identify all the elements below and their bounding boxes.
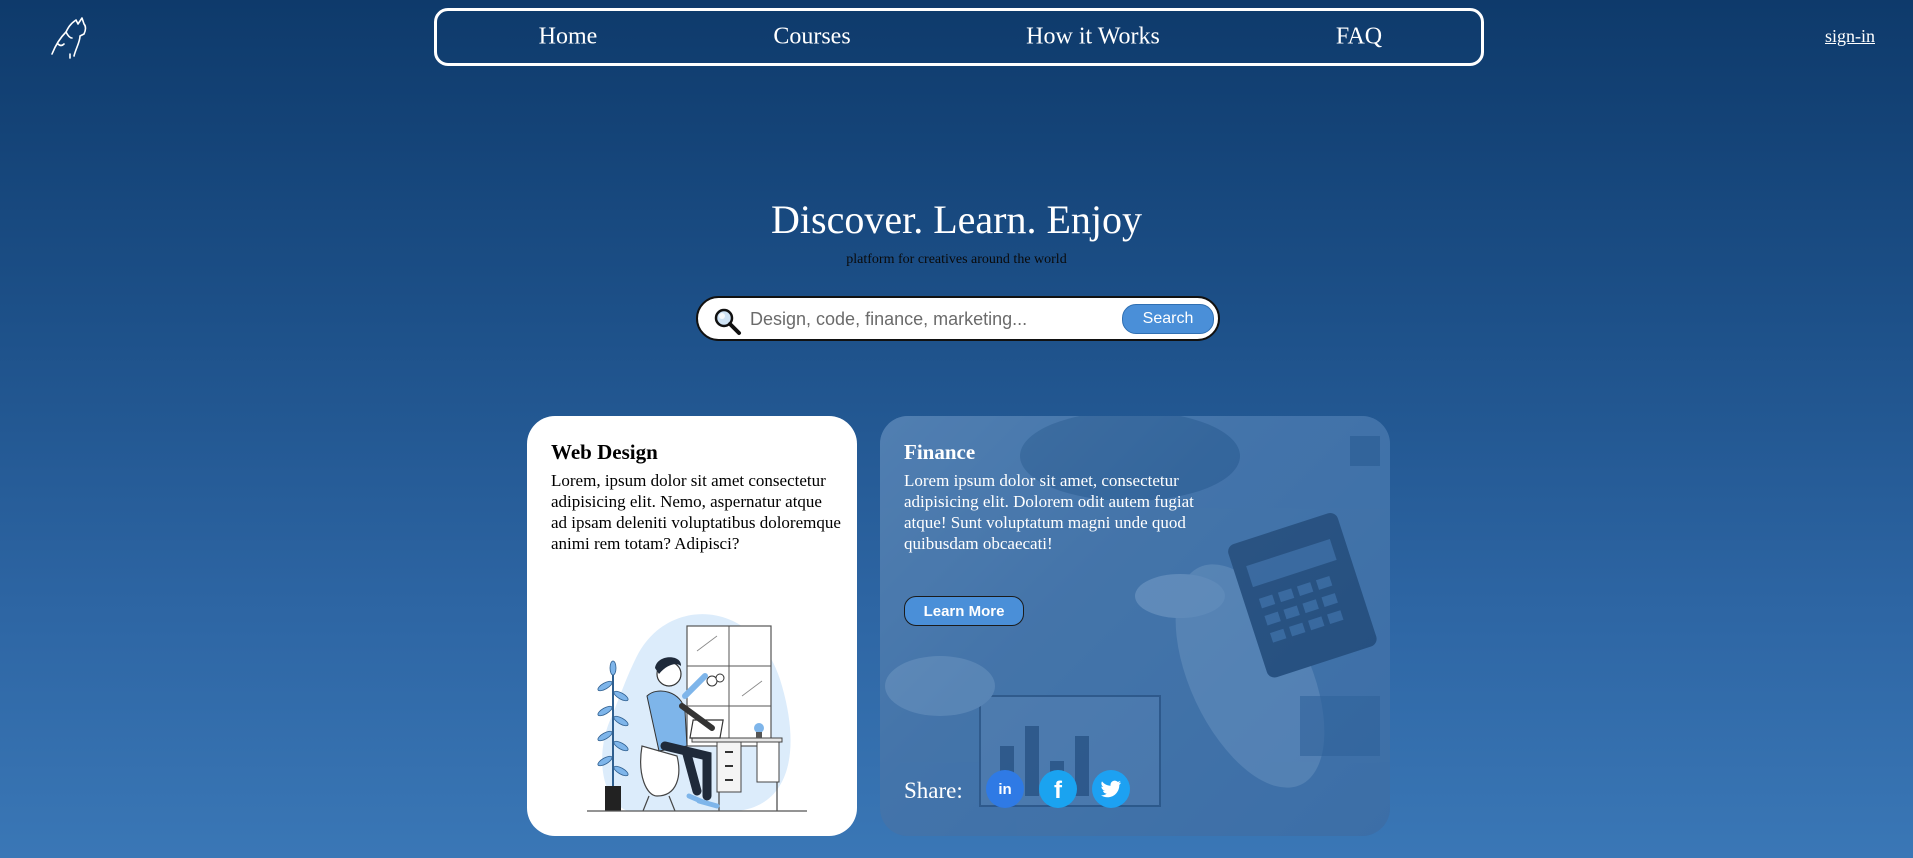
card-title: Finance: [904, 440, 976, 464]
sign-in-link[interactable]: sign-in: [1825, 26, 1875, 47]
twitter-icon[interactable]: [1092, 770, 1130, 808]
main-nav: Home Courses How it Works FAQ: [434, 8, 1484, 66]
search-input[interactable]: [750, 306, 1110, 332]
hero-title: Discover. Learn. Enjoy: [771, 197, 1142, 242]
person-at-desk-illustration: [587, 596, 807, 826]
nav-home[interactable]: Home: [539, 24, 598, 51]
web-design-card[interactable]: Web Design Lorem, ipsum dolor sit amet c…: [527, 416, 857, 836]
card-title: Web Design: [551, 440, 658, 464]
linkedin-icon[interactable]: in: [986, 770, 1024, 808]
svg-text:f: f: [1054, 777, 1063, 804]
nav-how-it-works[interactable]: How it Works: [1026, 24, 1160, 51]
hero-subtitle: platform for creatives around the world: [846, 252, 1067, 267]
facebook-icon[interactable]: f: [1039, 770, 1077, 808]
learn-more-button[interactable]: Learn More: [904, 596, 1024, 626]
card-description: Lorem ipsum dolor sit amet, consectetur …: [904, 471, 1194, 553]
wolf-howling-logo-icon[interactable]: [46, 14, 94, 62]
nav-courses[interactable]: Courses: [773, 24, 850, 51]
svg-text:in: in: [998, 781, 1011, 798]
magnifier-icon: [712, 306, 742, 336]
share-label: Share:: [904, 778, 963, 803]
card-description: Lorem, ipsum dolor sit amet consectetur …: [551, 471, 841, 553]
search-bar: Search: [696, 296, 1220, 341]
finance-card[interactable]: Finance Lorem ipsum dolor sit amet, cons…: [880, 416, 1390, 836]
search-button[interactable]: Search: [1122, 304, 1214, 334]
nav-faq[interactable]: FAQ: [1336, 24, 1382, 51]
